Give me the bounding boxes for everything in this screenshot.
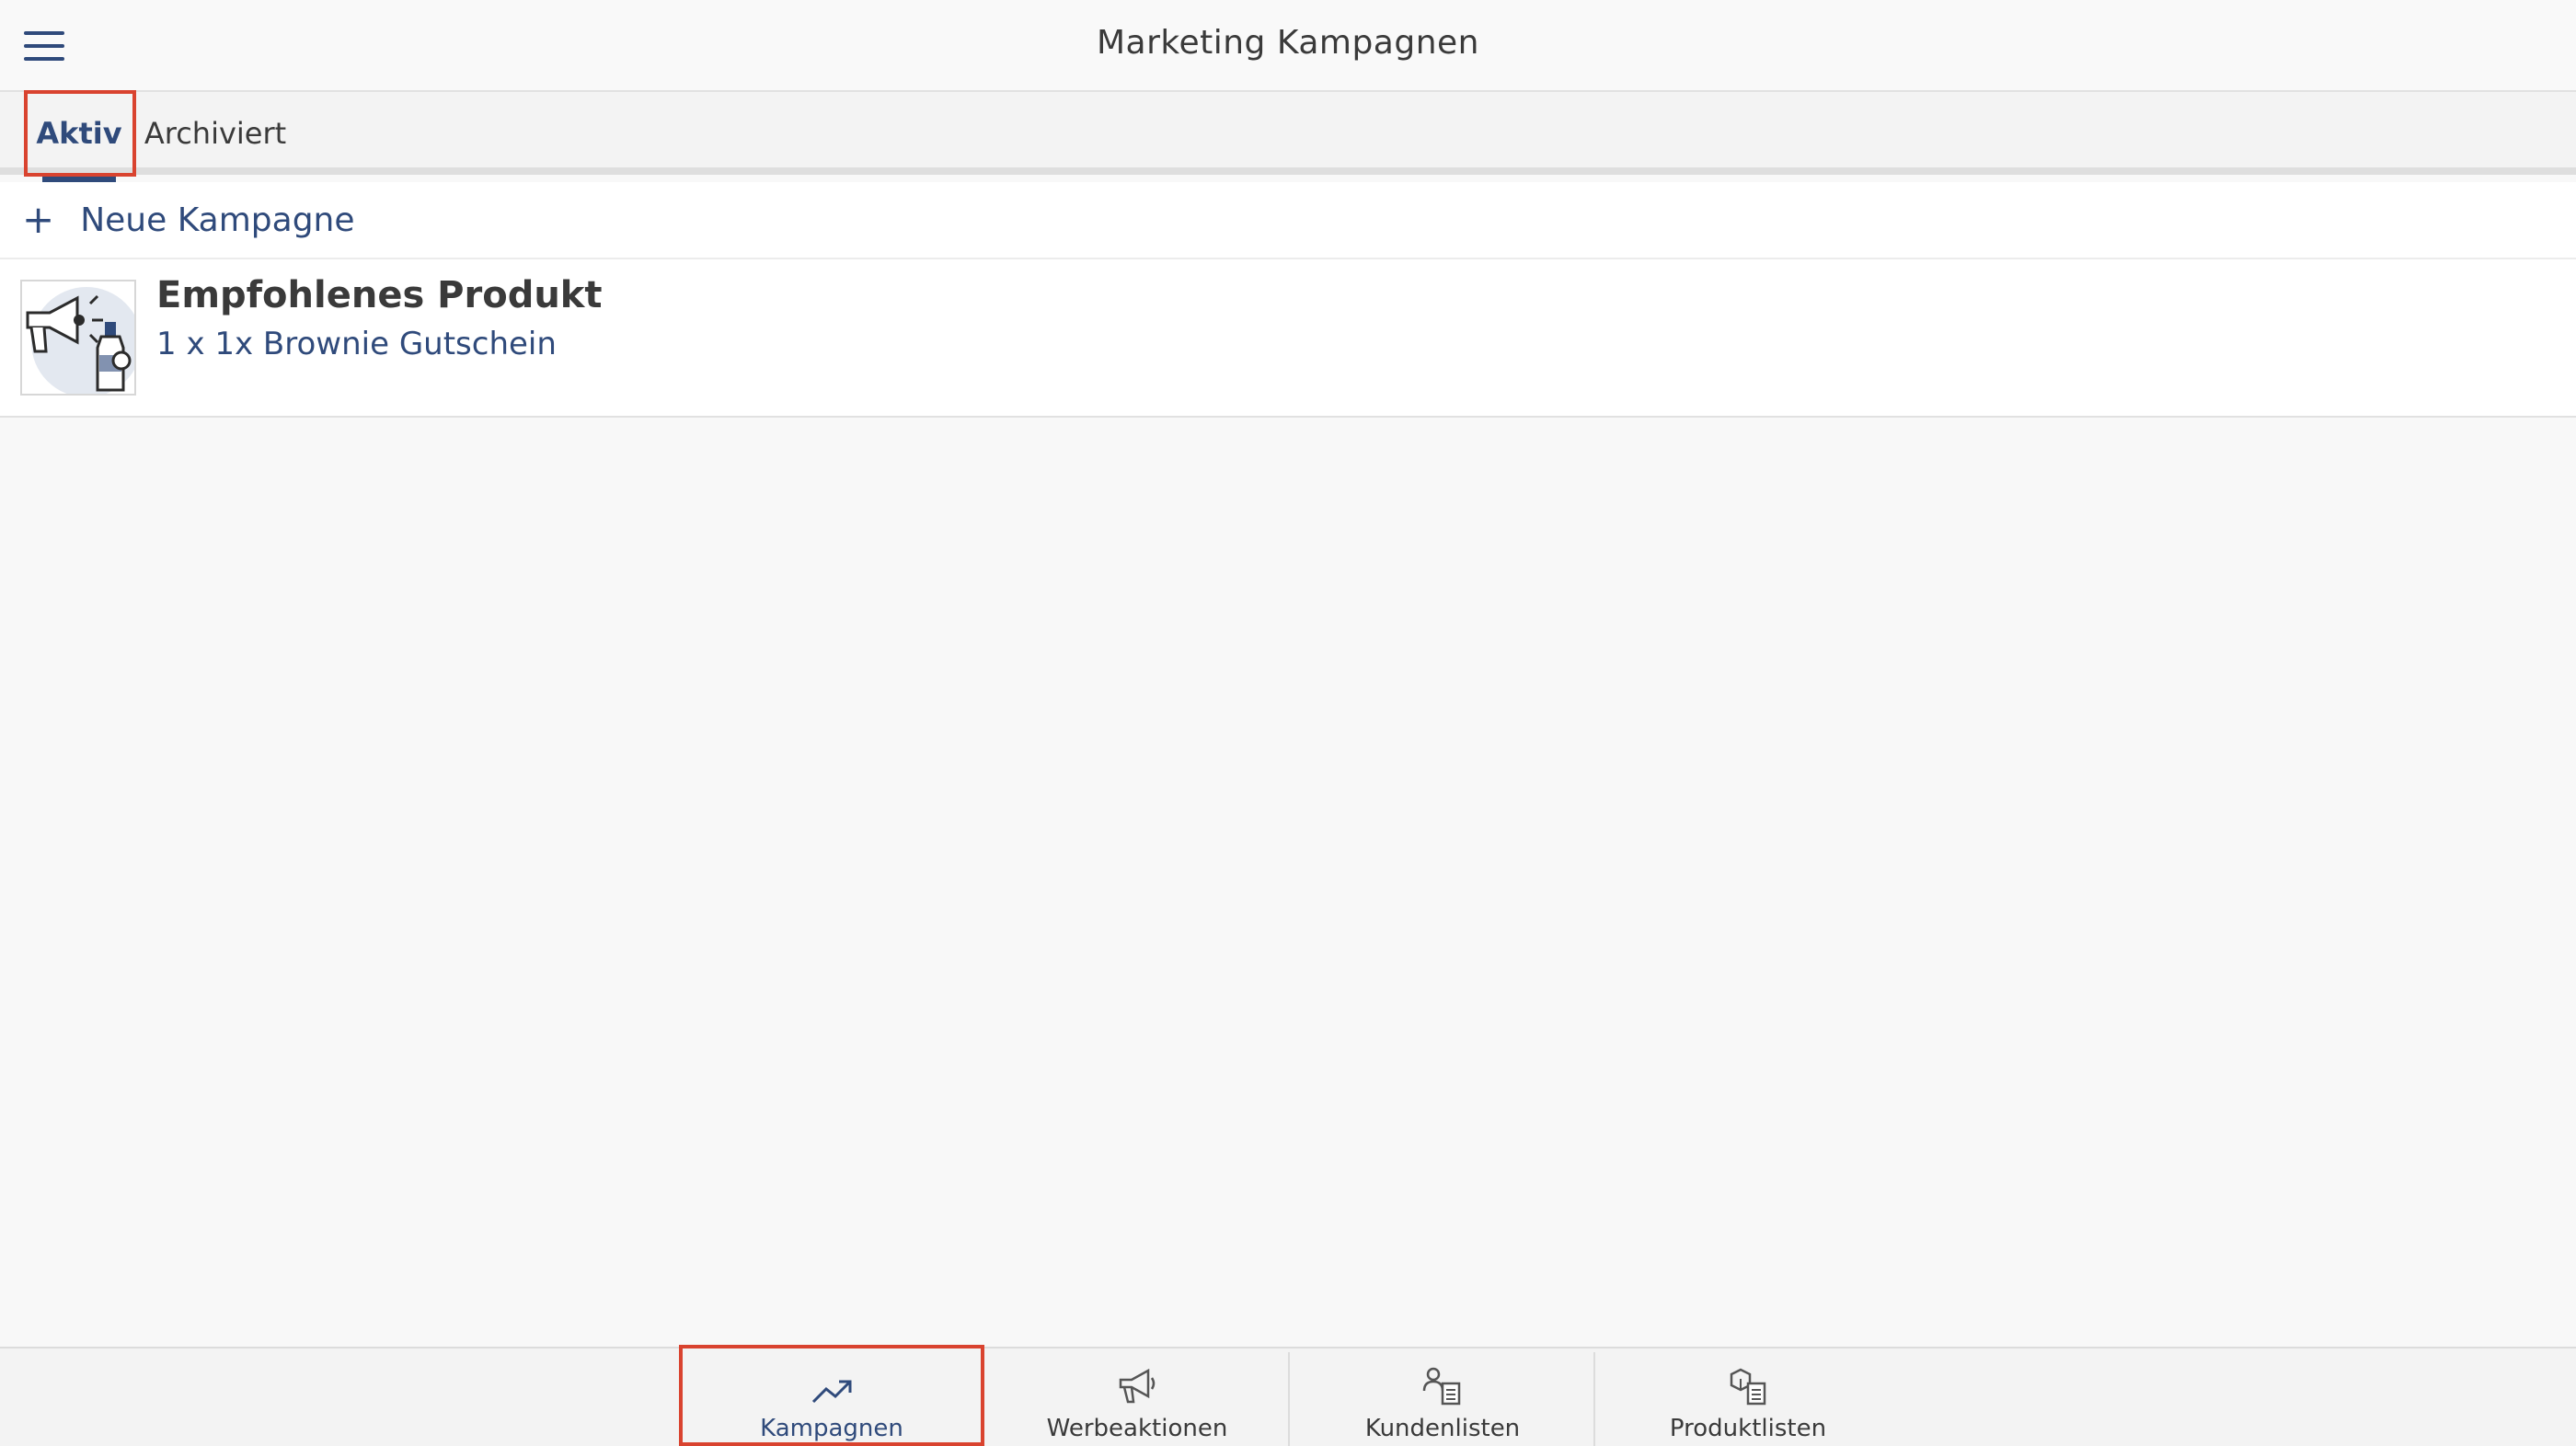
trending-up-icon xyxy=(811,1380,852,1404)
tab-aktiv[interactable]: Aktiv xyxy=(24,92,134,182)
tab-bar: Aktiv Archiviert xyxy=(0,92,2576,182)
page-title: Marketing Kampagnen xyxy=(1096,24,1479,62)
nav-werbeaktionen-label: Werbeaktionen xyxy=(1046,1415,1228,1442)
tab-archiviert[interactable]: Archiviert xyxy=(144,92,286,175)
customer-list-icon xyxy=(1422,1367,1461,1406)
nav-kampagnen-label: Kampagnen xyxy=(760,1415,903,1442)
nav-produktlisten-label: Produktlisten xyxy=(1669,1415,1827,1442)
new-campaign-label: Neue Kampagne xyxy=(80,201,355,239)
new-campaign-button[interactable]: + Neue Kampagne xyxy=(0,182,2576,259)
campaign-list-item[interactable]: Empfohlenes Produkt 1 x 1x Brownie Gutsc… xyxy=(0,259,2576,418)
plus-icon: + xyxy=(22,197,55,242)
nav-werbeaktionen[interactable]: Werbeaktionen xyxy=(984,1348,1290,1446)
nav-produktlisten[interactable]: Produktlisten xyxy=(1595,1348,1901,1446)
campaign-title: Empfohlenes Produkt xyxy=(156,274,603,316)
campaign-subtitle: 1 x 1x Brownie Gutschein xyxy=(156,326,557,362)
product-list-icon xyxy=(1730,1368,1766,1406)
top-bar: Marketing Kampagnen xyxy=(0,0,2576,92)
nav-kampagnen[interactable]: Kampagnen xyxy=(679,1348,984,1446)
bottom-navigation: Kampagnen Werbeaktionen Kundenlisten Pro… xyxy=(0,1347,2576,1446)
nav-kundenlisten[interactable]: Kundenlisten xyxy=(1290,1348,1595,1446)
megaphone-icon xyxy=(1119,1369,1156,1404)
megaphone-bottle-icon xyxy=(20,280,136,396)
nav-kundenlisten-label: Kundenlisten xyxy=(1364,1415,1521,1442)
